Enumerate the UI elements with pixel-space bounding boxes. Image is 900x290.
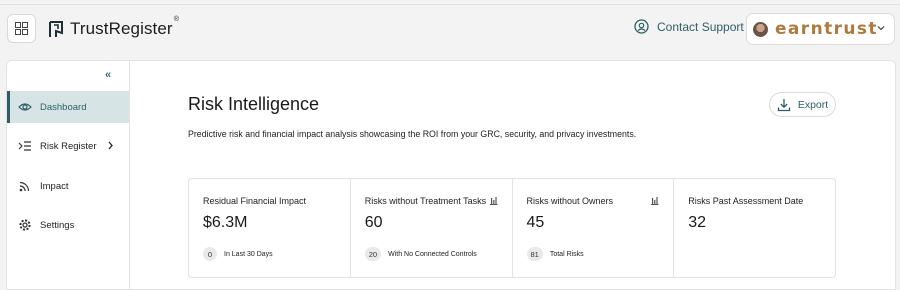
metric-card-no-owners[interactable]: Risks without Owners 45 81 Total Risks (513, 179, 675, 277)
metric-card-past-assessment[interactable]: Risks Past Assessment Date 32 (674, 179, 835, 277)
registered-mark: ® (173, 16, 179, 23)
account-brand: earntrust (775, 19, 878, 39)
sidebar-item-label: Impact (40, 180, 69, 192)
account-switcher[interactable]: earntrust (746, 13, 895, 45)
avatar (753, 21, 768, 37)
headset-icon (634, 19, 649, 34)
top-bar: TrustRegister® Contact Support earntrust (0, 0, 900, 58)
app-logo[interactable]: TrustRegister® (48, 16, 179, 39)
sidebar-item-label: Risk Register (40, 140, 97, 152)
page-description: Predictive risk and financial impact ana… (188, 129, 637, 139)
metric-card-financial-impact[interactable]: Residual Financial Impact $6.3M 0 In Las… (189, 179, 351, 277)
card-value: 60 (364, 214, 383, 231)
card-footer-label: With No Connected Controls (388, 250, 477, 258)
main-panel: Risk Intelligence Predictive risk and fi… (130, 60, 896, 290)
card-title: Risks without Treatment Tasks (364, 196, 487, 206)
contact-support-link[interactable]: Contact Support (634, 19, 744, 34)
card-footer-label: In Last 30 Days (224, 250, 273, 258)
logo-flag-icon (49, 20, 63, 37)
apps-button[interactable] (7, 14, 36, 43)
bar-chart-icon[interactable] (650, 196, 659, 205)
collapse-sidebar-icon[interactable]: « (105, 69, 111, 81)
app-name: TrustRegister (70, 19, 173, 38)
download-icon (777, 98, 790, 111)
sidebar-item-settings[interactable]: Settings (7, 209, 129, 241)
card-title: Residual Financial Impact (203, 196, 307, 206)
sidebar-item-risk-register[interactable]: Risk Register (7, 130, 129, 162)
count-badge: 20 (364, 247, 382, 261)
card-value: 45 (526, 214, 545, 231)
card-title: Risks Past Assessment Date (688, 196, 804, 206)
count-badge: 81 (526, 247, 543, 261)
chevron-down-icon (877, 26, 885, 31)
card-value: $6.3M (203, 214, 248, 231)
grid-icon (15, 22, 28, 35)
sidebar-item-dashboard[interactable]: Dashboard (7, 91, 129, 123)
sidebar-item-label: Settings (40, 219, 75, 231)
bar-chart-icon[interactable] (489, 196, 498, 205)
divider (0, 4, 900, 5)
sidebar-item-label: Dashboard (40, 101, 87, 113)
list-indent-icon (18, 139, 32, 153)
count-badge: 0 (203, 247, 217, 261)
card-footer: 20 With No Connected Controls (364, 247, 477, 261)
gear-icon (18, 218, 32, 232)
card-footer: 0 In Last 30 Days (203, 247, 273, 261)
page-title: Risk Intelligence (188, 94, 320, 114)
sidebar-item-impact[interactable]: Impact (7, 170, 129, 202)
card-title: Risks without Owners (526, 196, 614, 206)
metric-cards: Residual Financial Impact $6.3M 0 In Las… (188, 178, 836, 278)
signal-icon (18, 179, 32, 193)
card-value: 32 (688, 214, 707, 231)
chevron-right-icon (108, 141, 113, 150)
export-button[interactable]: Export (769, 92, 836, 117)
card-footer-label: Total Risks (549, 250, 584, 258)
export-label: Export (797, 98, 829, 111)
metric-card-no-treatment[interactable]: Risks without Treatment Tasks 60 20 With… (351, 179, 513, 277)
contact-support-label: Contact Support (657, 19, 744, 34)
eye-icon (18, 100, 32, 114)
sidebar: « Dashboard Risk Register Impact Setting… (6, 60, 130, 290)
card-footer: 81 Total Risks (526, 247, 584, 261)
